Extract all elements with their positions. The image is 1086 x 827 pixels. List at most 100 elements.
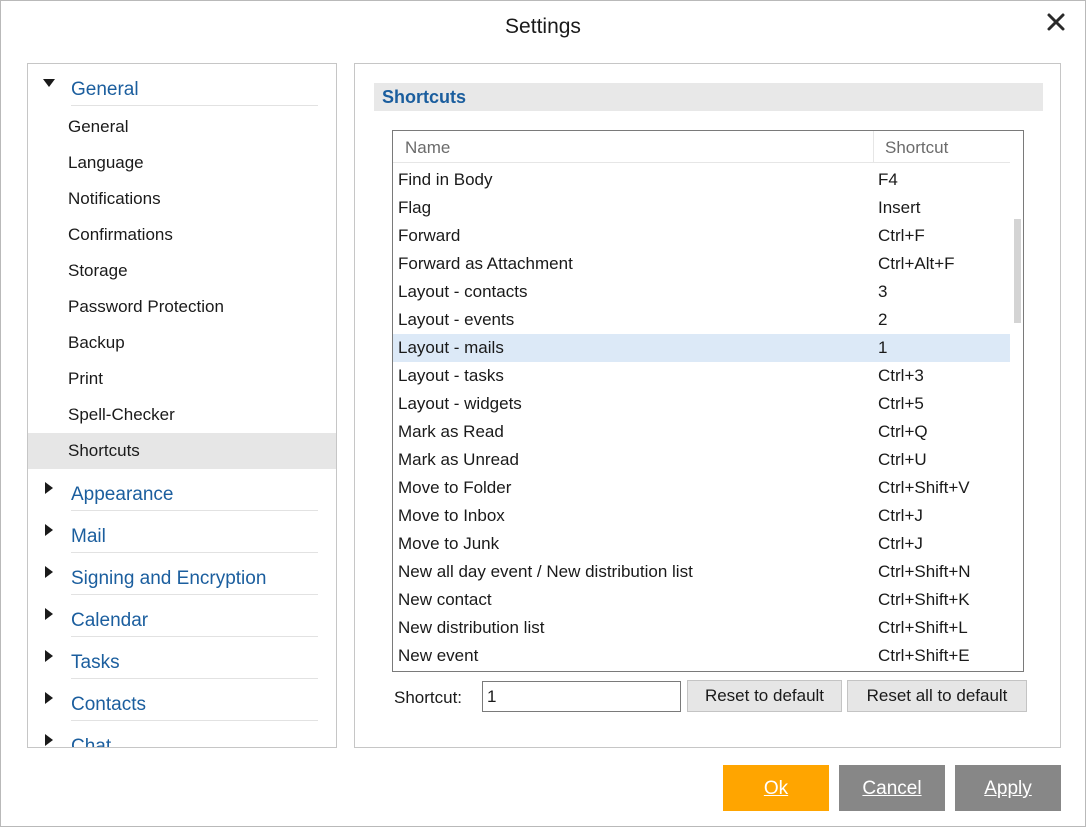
apply-button[interactable]: Apply: [955, 765, 1061, 811]
settings-dialog: Settings General General Language Notificat…: [0, 0, 1086, 827]
shortcuts-panel: Shortcuts Name Shortcut Find in Body F4 Fl…: [354, 63, 1061, 748]
triangle-right-icon[interactable]: [42, 523, 56, 537]
table-row[interactable]: Forward Ctrl+F: [393, 222, 1011, 250]
scrollbar-thumb[interactable]: [1014, 219, 1021, 323]
table-row[interactable]: Layout - events 2: [393, 306, 1011, 334]
triangle-down-icon[interactable]: [42, 76, 56, 90]
table-row[interactable]: New contact Ctrl+Shift+K: [393, 586, 1011, 614]
command-name-cell: Mark as Read: [398, 422, 504, 441]
table-row[interactable]: Layout - widgets Ctrl+5: [393, 390, 1011, 418]
nav-item-language[interactable]: Language: [28, 145, 336, 181]
table-row[interactable]: Forward as Attachment Ctrl+Alt+F: [393, 250, 1011, 278]
shortcut-field-label: Shortcut:: [394, 688, 463, 707]
reset-to-default-button[interactable]: Reset to default: [687, 680, 842, 712]
table-row[interactable]: Layout - mails 1: [393, 334, 1011, 362]
nav-group-mail[interactable]: Mail: [28, 511, 336, 553]
nav-item-shortcuts[interactable]: Shortcuts: [28, 433, 336, 469]
vertical-scrollbar[interactable]: [1010, 131, 1023, 671]
column-header-name[interactable]: Name: [405, 131, 450, 163]
table-row[interactable]: New distribution list Ctrl+Shift+L: [393, 614, 1011, 642]
command-name-cell: Move to Junk: [398, 534, 500, 553]
shortcut-key-cell: Ctrl+F: [878, 226, 925, 245]
shortcut-key-cell: Ctrl+5: [878, 394, 924, 413]
nav-group-label: General: [71, 79, 139, 100]
shortcut-key-cell: Ctrl+J: [878, 506, 923, 525]
nav-group-label: Tasks: [71, 652, 120, 673]
column-divider[interactable]: [873, 131, 874, 163]
command-name-cell: Move to Folder: [398, 478, 512, 497]
nav-group-label: Signing and Encryption: [71, 568, 267, 589]
table-header: Name Shortcut: [393, 131, 1011, 163]
table-row[interactable]: Mark as Read Ctrl+Q: [393, 418, 1011, 446]
nav-item-spell-checker[interactable]: Spell-Checker: [28, 397, 336, 433]
command-name-cell: New distribution list: [398, 618, 545, 637]
shortcut-key-cell: Ctrl+J: [878, 534, 923, 553]
section-header: Shortcuts: [374, 83, 1043, 111]
shortcuts-table[interactable]: Name Shortcut Find in Body F4 Flag Insert Fo…: [392, 130, 1024, 672]
nav-group-label: Contacts: [71, 694, 146, 715]
nav-item-general[interactable]: General: [28, 109, 336, 145]
triangle-right-icon[interactable]: [42, 481, 56, 495]
table-row[interactable]: Layout - tasks Ctrl+3: [393, 362, 1011, 390]
triangle-right-icon[interactable]: [42, 565, 56, 579]
section-title: Shortcuts: [382, 87, 467, 107]
table-row[interactable]: Move to Junk Ctrl+J: [393, 530, 1011, 558]
nav-item-confirmations[interactable]: Confirmations: [28, 217, 336, 253]
nav-group-label: Calendar: [71, 610, 149, 631]
nav-group-label: Chat: [71, 736, 112, 748]
command-name-cell: Layout - widgets: [398, 394, 522, 413]
nav-group-label: Appearance: [71, 484, 174, 505]
nav-item-notifications[interactable]: Notifications: [28, 181, 336, 217]
command-name-cell: Layout - tasks: [398, 366, 504, 385]
nav-group-label: Mail: [71, 526, 106, 547]
shortcut-key-cell: Ctrl+U: [878, 450, 927, 469]
shortcut-key-cell: Ctrl+Shift+L: [878, 618, 968, 637]
nav-group-divider: [71, 105, 318, 106]
shortcut-key-cell: Ctrl+Shift+N: [878, 562, 971, 581]
shortcut-key-cell: Insert: [878, 198, 921, 217]
nav-group-calendar[interactable]: Calendar: [28, 595, 336, 637]
command-name-cell: Layout - contacts: [398, 282, 528, 301]
nav-group-tasks[interactable]: Tasks: [28, 637, 336, 679]
nav-group-contacts[interactable]: Contacts: [28, 679, 336, 721]
command-name-cell: Layout - events: [398, 310, 515, 329]
table-row[interactable]: Flag Insert: [393, 194, 1011, 222]
close-icon[interactable]: [1045, 11, 1067, 33]
shortcut-key-cell: Ctrl+Shift+E: [878, 646, 970, 665]
triangle-right-icon[interactable]: [42, 607, 56, 621]
shortcut-key-cell: Ctrl+3: [878, 366, 924, 385]
shortcut-key-cell: F4: [878, 170, 898, 189]
command-name-cell: Forward as Attachment: [398, 254, 573, 273]
shortcut-key-cell: Ctrl+Q: [878, 422, 928, 441]
cancel-button[interactable]: Cancel: [839, 765, 945, 811]
table-row[interactable]: Move to Inbox Ctrl+J: [393, 502, 1011, 530]
nav-group-general[interactable]: General: [28, 64, 336, 106]
reset-all-to-default-button[interactable]: Reset all to default: [847, 680, 1027, 712]
table-row[interactable]: Mark as Unread Ctrl+U: [393, 446, 1011, 474]
triangle-right-icon[interactable]: [42, 649, 56, 663]
ok-button[interactable]: Ok: [723, 765, 829, 811]
nav-item-storage[interactable]: Storage: [28, 253, 336, 289]
command-name-cell: Layout - mails: [398, 338, 504, 357]
shortcut-key-cell: Ctrl+Alt+F: [878, 254, 955, 273]
triangle-right-icon[interactable]: [42, 691, 56, 705]
table-row[interactable]: Layout - contacts 3: [393, 278, 1011, 306]
table-row[interactable]: Find in Body F4: [393, 166, 1011, 194]
command-name-cell: Flag: [398, 198, 432, 217]
nav-group-signing-and-encryption[interactable]: Signing and Encryption: [28, 553, 336, 595]
nav-item-backup[interactable]: Backup: [28, 325, 336, 361]
table-body: Find in Body F4 Flag Insert Forward Ctrl+F For…: [393, 166, 1011, 670]
column-header-shortcut[interactable]: Shortcut: [885, 131, 948, 163]
shortcut-input[interactable]: [482, 681, 681, 712]
table-row[interactable]: Move to Folder Ctrl+Shift+V: [393, 474, 1011, 502]
table-row[interactable]: New event Ctrl+Shift+E: [393, 642, 1011, 670]
nav-item-password-protection[interactable]: Password Protection: [28, 289, 336, 325]
command-name-cell: New event: [398, 646, 479, 665]
shortcut-key-cell: Ctrl+Shift+K: [878, 590, 970, 609]
nav-group-appearance[interactable]: Appearance: [28, 469, 336, 511]
triangle-right-icon[interactable]: [42, 733, 56, 747]
shortcut-key-cell: 1: [878, 338, 888, 357]
table-row[interactable]: New all day event / New distribution lis…: [393, 558, 1011, 586]
nav-group-chat[interactable]: Chat: [28, 721, 336, 748]
nav-item-print[interactable]: Print: [28, 361, 336, 397]
